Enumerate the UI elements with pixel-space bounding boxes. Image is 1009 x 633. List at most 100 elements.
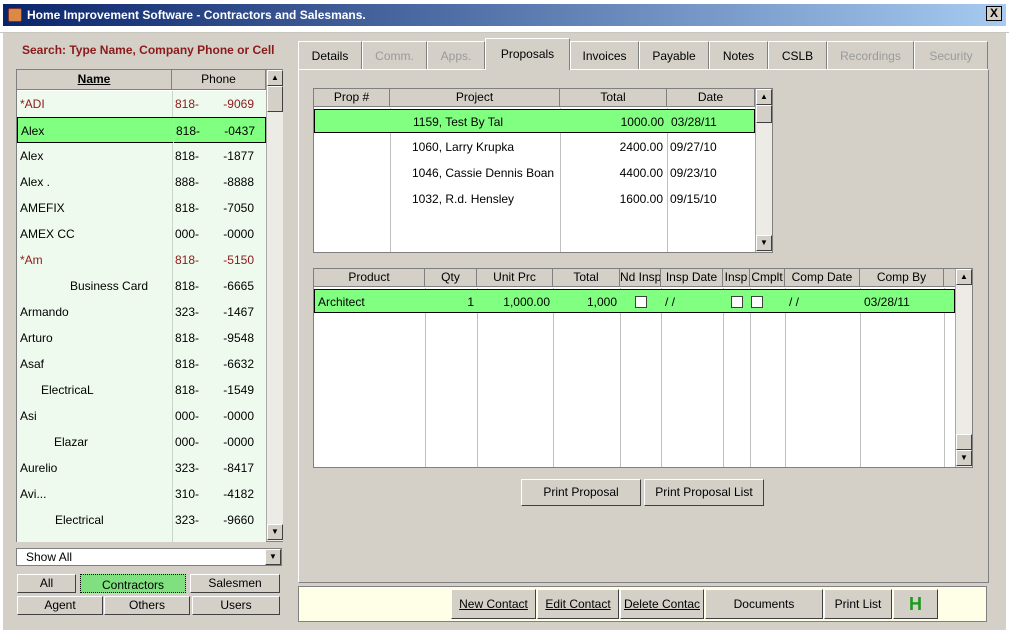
documents-button[interactable]: Documents: [705, 589, 823, 619]
tab-proposals[interactable]: Proposals: [485, 38, 570, 70]
column-divider: [172, 325, 173, 351]
contact-row[interactable]: [17, 533, 266, 542]
scroll-down-icon[interactable]: ▼: [956, 450, 972, 466]
products-grid-header: Product Qty Unit Prc Total Nd Insp Insp …: [314, 269, 955, 287]
contact-row[interactable]: Electrical 323- -9660: [17, 507, 266, 533]
unit-price-header[interactable]: Unit Prc: [477, 269, 553, 287]
scroll-down-icon[interactable]: ▼: [267, 524, 283, 540]
column-divider: [172, 403, 173, 429]
delete-contact-button[interactable]: Delete Contac: [620, 589, 704, 619]
edit-contact-button[interactable]: Edit Contact: [537, 589, 619, 619]
contact-row[interactable]: *ADI 818- -9069: [17, 91, 266, 117]
name-column-header[interactable]: Name: [17, 70, 172, 90]
scroll-down-icon[interactable]: ▼: [756, 235, 772, 251]
category-all-button[interactable]: All: [17, 574, 76, 593]
tab-invoices[interactable]: Invoices: [570, 41, 639, 69]
tab-notes[interactable]: Notes: [709, 41, 768, 69]
scroll-thumb[interactable]: [956, 434, 972, 450]
close-icon[interactable]: X: [986, 6, 1002, 21]
category-users-button[interactable]: Users: [192, 596, 280, 615]
column-divider: [723, 288, 724, 467]
contact-row[interactable]: Alex 818- -0437: [17, 117, 266, 144]
filter-select[interactable]: Show All ▼: [16, 548, 282, 566]
column-divider: [553, 288, 554, 467]
tab-recordings[interactable]: Recordings: [827, 41, 914, 69]
print-proposal-list-button[interactable]: Print Proposal List: [644, 479, 764, 506]
contact-rows: *ADI 818- -9069 Alex 818- -0437 Alex 818- -1877 A…: [17, 91, 266, 542]
chevron-down-icon[interactable]: ▼: [265, 549, 281, 565]
column-divider: [172, 507, 173, 533]
print-list-button[interactable]: Print List: [824, 589, 892, 619]
contact-row[interactable]: Armando 323- -1467: [17, 299, 266, 325]
scroll-up-icon[interactable]: ▲: [756, 89, 772, 105]
proposal-row[interactable]: 1060, Larry Krupka 2400.00 09/27/10: [314, 135, 755, 159]
column-divider: [172, 247, 173, 273]
contact-row[interactable]: Alex . 888- -8888: [17, 169, 266, 195]
contact-row[interactable]: Aurelio 323- -8417: [17, 455, 266, 481]
help-button[interactable]: H: [893, 589, 938, 619]
contact-phone-suffix: -5150: [223, 253, 254, 267]
contact-row[interactable]: AMEX CC 000- -0000: [17, 221, 266, 247]
completed-checkbox[interactable]: [751, 296, 763, 308]
tab-comm[interactable]: Comm.: [362, 41, 427, 69]
product-total: 1,000: [586, 295, 617, 309]
inspection-date-header[interactable]: Insp Date: [661, 269, 723, 287]
proposal-total: 4400.00: [619, 166, 663, 180]
contact-list-scrollbar[interactable]: ▲ ▼: [266, 70, 283, 541]
tab-payable[interactable]: Payable: [639, 41, 709, 69]
inspected-checkbox[interactable]: [731, 296, 743, 308]
qty-header[interactable]: Qty: [425, 269, 477, 287]
contact-row[interactable]: Business Card 818- -6665: [17, 273, 266, 299]
proposal-project: 1046, Cassie Dennis Boan: [412, 166, 555, 180]
prop-number-header[interactable]: Prop #: [314, 89, 390, 107]
tab-security[interactable]: Security: [914, 41, 988, 69]
proposal-row[interactable]: 1046, Cassie Dennis Boan 4400.00 09/23/10: [314, 161, 755, 185]
contact-row[interactable]: Asi 000- -0000: [17, 403, 266, 429]
category-salesmen-button[interactable]: Salesmen: [190, 574, 280, 593]
scroll-thumb[interactable]: [756, 105, 772, 123]
proposal-row[interactable]: 1032, R.d. Hensley 1600.00 09/15/10: [314, 187, 755, 211]
tab-apps[interactable]: Apps.: [427, 41, 485, 69]
products-scrollbar[interactable]: ▲ ▼: [955, 269, 972, 467]
project-header[interactable]: Project: [390, 89, 560, 107]
comp-date-header[interactable]: Comp Date: [785, 269, 860, 287]
total-header[interactable]: Total: [560, 89, 667, 107]
tab-cslb[interactable]: CSLB: [768, 41, 827, 69]
need-inspection-header[interactable]: Nd Insp: [620, 269, 661, 287]
contact-phone-prefix: 310-: [175, 487, 200, 501]
proposal-row[interactable]: 1159, Test By Tal 1000.00 03/28/11: [314, 109, 755, 133]
contact-list[interactable]: Name Phone *ADI 818- -9069 Alex 818- -0437 Ale…: [16, 69, 283, 542]
contact-row[interactable]: *Am 818- -5150: [17, 247, 266, 273]
product-row[interactable]: Architect 1 1,000.00 1,000 / / / / 03/28…: [314, 289, 955, 313]
need-inspection-checkbox[interactable]: [635, 296, 647, 308]
category-contractors-button[interactable]: Contractors: [80, 574, 186, 593]
tab-details[interactable]: Details: [298, 41, 362, 69]
products-grid[interactable]: Product Qty Unit Prc Total Nd Insp Insp …: [313, 268, 973, 468]
contact-row[interactable]: Arturo 818- -9548: [17, 325, 266, 351]
category-others-button[interactable]: Others: [104, 596, 190, 615]
total-header[interactable]: Total: [553, 269, 620, 287]
contact-name: Asi: [20, 409, 37, 423]
scroll-up-icon[interactable]: ▲: [267, 70, 283, 86]
category-agent-button[interactable]: Agent: [17, 596, 103, 615]
scroll-up-icon[interactable]: ▲: [956, 269, 972, 285]
scroll-thumb[interactable]: [267, 86, 283, 112]
proposals-scrollbar[interactable]: ▲ ▼: [755, 89, 772, 252]
new-contact-button[interactable]: New Contact: [451, 589, 536, 619]
proposals-grid[interactable]: Prop # Project Total Date 1159, Test By …: [313, 88, 773, 253]
product-header[interactable]: Product: [314, 269, 425, 287]
print-proposal-button[interactable]: Print Proposal: [521, 479, 641, 506]
inspected-header[interactable]: Insp: [723, 269, 750, 287]
phone-column-header[interactable]: Phone: [172, 70, 266, 90]
contact-row[interactable]: Avi... 310- -4182: [17, 481, 266, 507]
contact-row[interactable]: ElectricaL 818- -1549: [17, 377, 266, 403]
contact-name: Business Card: [70, 279, 149, 293]
contact-row[interactable]: Asaf 818- -6632: [17, 351, 266, 377]
date-header[interactable]: Date: [667, 89, 755, 107]
comp-by-header[interactable]: Comp By: [860, 269, 944, 287]
contact-phone-prefix: 818-: [176, 124, 201, 138]
completed-header[interactable]: Cmplt: [750, 269, 785, 287]
contact-row[interactable]: AMEFIX 818- -7050: [17, 195, 266, 221]
contact-row[interactable]: Elazar 000- -0000: [17, 429, 266, 455]
contact-row[interactable]: Alex 818- -1877: [17, 143, 266, 169]
